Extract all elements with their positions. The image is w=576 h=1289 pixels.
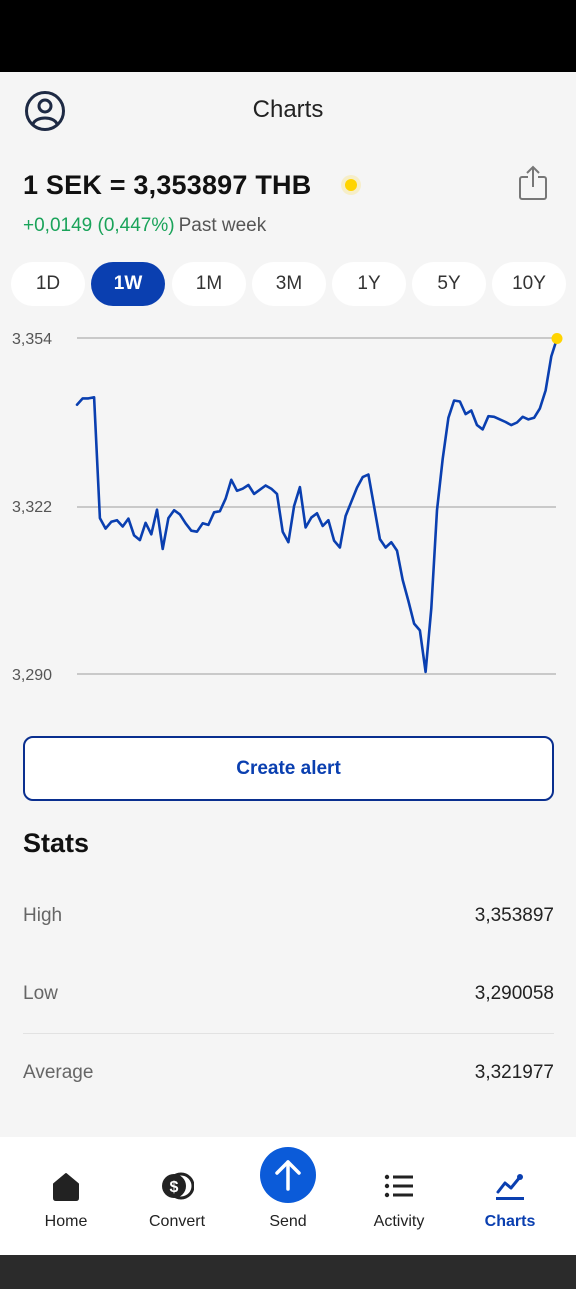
y-tick-middle: 3,322 <box>12 499 52 516</box>
period-1y[interactable]: 1Y <box>332 262 406 306</box>
stat-label: Low <box>23 983 58 1004</box>
stat-label: High <box>23 905 63 926</box>
y-tick-top: 3,354 <box>12 331 52 348</box>
page-title: Charts <box>252 96 324 123</box>
svg-text:$: $ <box>170 1179 179 1196</box>
stat-value: 3,321977 <box>474 1062 554 1083</box>
home-icon <box>53 1173 79 1201</box>
period-5y[interactable]: 5Y <box>412 262 486 306</box>
stat-value: 3,353897 <box>474 905 554 926</box>
y-tick-bottom: 3,290 <box>12 667 52 684</box>
system-gesture-bar <box>0 1255 576 1289</box>
share-icon[interactable] <box>516 164 550 202</box>
stat-row-high: High 3,353897 <box>23 877 554 955</box>
stat-row-average: Average 3,321977 <box>23 1034 554 1112</box>
period-10y[interactable]: 10Y <box>492 262 566 306</box>
nav-label: Home <box>44 1213 88 1230</box>
live-indicator <box>345 179 357 191</box>
nav-activity[interactable]: Activity <box>344 1137 454 1255</box>
nav-send[interactable]: Send <box>233 1137 343 1255</box>
arrow-up-icon <box>275 1160 301 1191</box>
nav-label: Send <box>269 1213 307 1230</box>
create-alert-button[interactable]: Create alert <box>23 736 554 801</box>
chart-line-icon <box>496 1174 524 1200</box>
send-button[interactable] <box>260 1147 316 1203</box>
nav-label: Charts <box>484 1213 536 1230</box>
status-bar <box>0 0 576 72</box>
current-rate-marker <box>551 333 563 344</box>
coins-icon: $ <box>162 1172 194 1200</box>
change-value: +0,0149 (0,447%) <box>23 215 175 236</box>
nav-home[interactable]: Home <box>11 1137 121 1255</box>
stat-value: 3,290058 <box>474 983 554 1004</box>
rate-change: +0,0149 (0,447%) Past week <box>23 215 266 237</box>
nav-convert[interactable]: $ Convert <box>122 1137 232 1255</box>
exchange-rate: 1 SEK = 3,353897 THB <box>23 170 312 200</box>
nav-label: Activity <box>373 1213 425 1230</box>
period-selector: 1D 1W 1M 3M 1Y 5Y 10Y <box>11 262 571 306</box>
change-period: Past week <box>178 215 267 236</box>
stats-title: Stats <box>23 828 90 858</box>
nav-label: Convert <box>148 1213 206 1230</box>
list-icon <box>384 1174 413 1198</box>
period-3m[interactable]: 3M <box>252 262 326 306</box>
stat-label: Average <box>23 1062 94 1083</box>
period-1d[interactable]: 1D <box>11 262 85 306</box>
nav-charts[interactable]: Charts <box>455 1137 565 1255</box>
bottom-nav: Home $ Convert Send Activity Charts <box>0 1137 576 1255</box>
period-1m[interactable]: 1M <box>172 262 246 306</box>
stat-row-low: Low 3,290058 <box>23 955 554 1033</box>
rate-series-line <box>75 337 559 674</box>
header: Charts <box>0 72 576 148</box>
period-1w[interactable]: 1W <box>91 262 165 306</box>
rate-chart[interactable]: 3,354 3,322 3,290 <box>0 318 576 698</box>
